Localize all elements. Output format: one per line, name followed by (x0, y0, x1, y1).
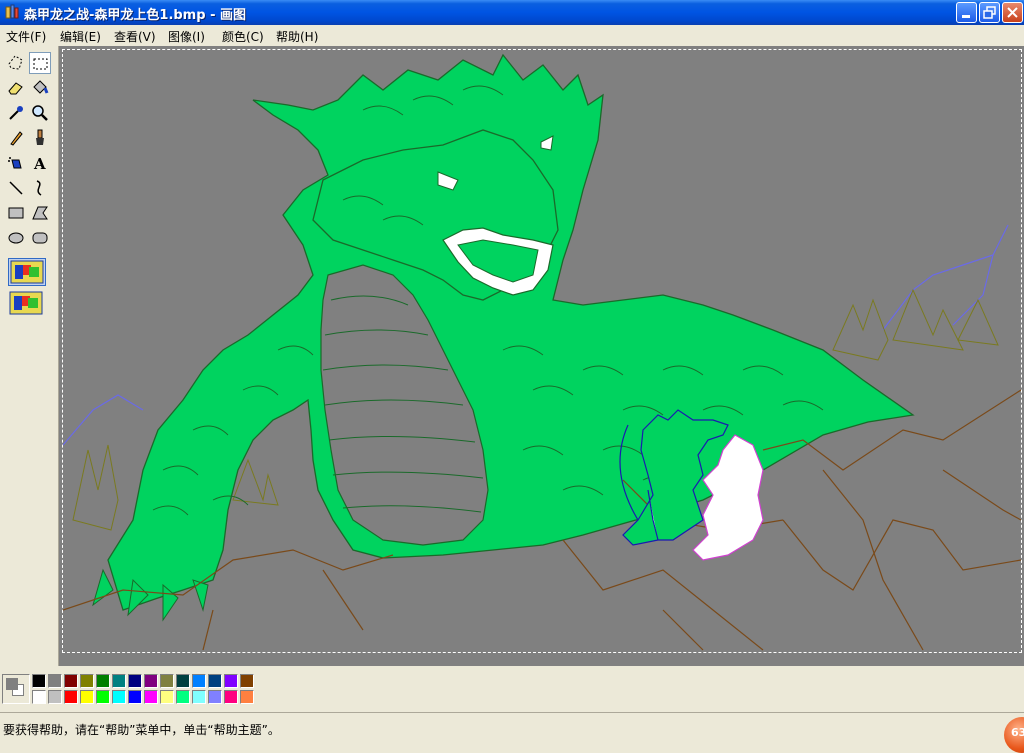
toolbox: A (0, 46, 56, 666)
free-select-icon (8, 55, 23, 70)
palette-swatch[interactable] (32, 674, 46, 688)
opaque-option-icon (10, 260, 44, 284)
menu-bar: 文件(F) 编辑(E) 查看(V) 图像(I) 颜色(C) 帮助(H) (0, 25, 1024, 45)
minimize-icon (962, 15, 970, 18)
curve-icon (36, 180, 42, 196)
palette-swatch[interactable] (240, 674, 254, 688)
drawing-canvas[interactable] (62, 49, 1022, 653)
rectangle-tool[interactable] (5, 202, 27, 224)
palette-swatch[interactable] (208, 674, 222, 688)
brush-tool[interactable] (29, 127, 51, 149)
status-badge[interactable]: 63 (1004, 717, 1024, 753)
current-colors[interactable] (2, 674, 30, 704)
fill-tool[interactable] (29, 77, 51, 99)
magnifier-icon (32, 105, 48, 121)
palette-swatch[interactable] (240, 690, 254, 704)
brush-icon (36, 129, 44, 145)
text-tool[interactable]: A (29, 152, 51, 174)
palette-swatch[interactable] (48, 690, 62, 704)
palette-swatch[interactable] (112, 690, 126, 704)
palette-swatch[interactable] (224, 690, 238, 704)
paint-app-icon (5, 4, 19, 19)
menu-view[interactable]: 查看(V) (114, 28, 156, 45)
menu-image[interactable]: 图像(I) (168, 28, 205, 45)
menu-help[interactable]: 帮助(H) (276, 28, 318, 45)
magnifier-tool[interactable] (29, 102, 51, 124)
palette-swatch[interactable] (208, 690, 222, 704)
polygon-tool[interactable] (29, 202, 51, 224)
palette-swatch[interactable] (64, 690, 78, 704)
palette-swatch[interactable] (176, 674, 190, 688)
airbrush-tool[interactable] (5, 152, 27, 174)
palette-swatch[interactable] (224, 674, 238, 688)
palette-swatch[interactable] (80, 690, 94, 704)
minimize-button[interactable] (956, 2, 977, 23)
dragon-artwork (63, 50, 1021, 652)
palette-swatch[interactable] (128, 690, 142, 704)
eraser-tool[interactable] (5, 77, 27, 99)
canvas-area[interactable] (58, 46, 1024, 666)
tool-options-panel (6, 256, 50, 320)
rect-select-tool[interactable] (29, 52, 51, 74)
polygon-icon (32, 206, 48, 220)
color-palette (0, 666, 1024, 712)
transparent-option-icon (9, 291, 43, 315)
window-title: 森甲龙之战-森甲龙上色1.bmp - 画图 (24, 8, 246, 23)
palette-swatch[interactable] (96, 690, 110, 704)
pencil-tool[interactable] (5, 127, 27, 149)
rounded-rectangle-tool[interactable] (29, 227, 51, 249)
airbrush-icon (8, 157, 22, 169)
paint-bucket-icon (33, 80, 49, 94)
rounded-rectangle-icon (32, 232, 48, 244)
text-tool-glyph: A (33, 155, 46, 173)
palette-swatch[interactable] (192, 674, 206, 688)
pencil-icon (10, 131, 23, 146)
restore-button[interactable] (979, 2, 1000, 23)
palette-swatch[interactable] (160, 690, 174, 704)
palette-swatch[interactable] (144, 674, 158, 688)
menu-edit[interactable]: 编辑(E) (60, 28, 101, 45)
opaque-background-option[interactable] (8, 258, 46, 286)
status-text: 要获得帮助，请在“帮助”菜单中，单击“帮助主题”。 (3, 723, 280, 737)
rect-select-icon (33, 58, 48, 70)
status-bar: 要获得帮助，请在“帮助”菜单中，单击“帮助主题”。 63 (0, 712, 1024, 753)
color-picker-tool[interactable] (5, 102, 27, 124)
close-button[interactable] (1002, 2, 1023, 23)
eraser-icon (8, 82, 23, 95)
free-select-tool[interactable] (5, 52, 27, 74)
eyedropper-icon (9, 106, 23, 120)
curve-tool[interactable] (29, 177, 51, 199)
text-icon: A (33, 155, 46, 173)
palette-swatch[interactable] (96, 674, 110, 688)
rectangle-icon (8, 207, 24, 219)
line-tool[interactable] (5, 177, 27, 199)
close-icon (1007, 7, 1018, 18)
palette-swatch[interactable] (48, 674, 62, 688)
menu-colors[interactable]: 颜色(C) (222, 28, 264, 45)
foreground-color (6, 678, 18, 690)
palette-swatch[interactable] (112, 674, 126, 688)
palette-swatch[interactable] (176, 690, 190, 704)
palette-swatch[interactable] (144, 690, 158, 704)
ellipse-icon (8, 232, 24, 244)
palette-swatch[interactable] (160, 674, 174, 688)
palette-swatch[interactable] (128, 674, 142, 688)
menu-file[interactable]: 文件(F) (6, 28, 46, 45)
ellipse-tool[interactable] (5, 227, 27, 249)
transparent-background-option[interactable] (8, 290, 46, 318)
restore-icon (983, 6, 996, 19)
palette-swatch[interactable] (80, 674, 94, 688)
palette-swatch[interactable] (192, 690, 206, 704)
title-bar[interactable]: 森甲龙之战-森甲龙上色1.bmp - 画图 (0, 0, 1024, 25)
palette-swatch[interactable] (64, 674, 78, 688)
status-badge-label: 63 (1011, 726, 1024, 739)
palette-swatch[interactable] (32, 690, 46, 704)
line-icon (9, 181, 23, 195)
